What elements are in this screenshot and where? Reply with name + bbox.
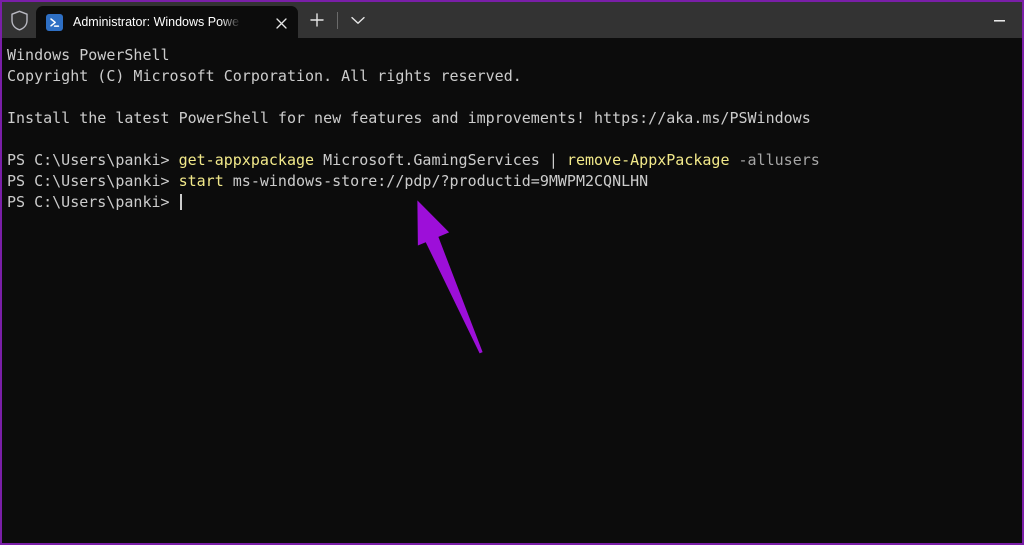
text-cursor — [179, 194, 182, 210]
close-icon[interactable] — [270, 12, 292, 34]
window-controls — [976, 2, 1022, 38]
title-bar: Administrator: Windows Powe — [2, 2, 1022, 38]
titlebar-drag-region — [377, 2, 976, 38]
console-text: remove-AppxPackage — [566, 151, 730, 169]
terminal-window: Administrator: Windows Powe Windows Powe… — [0, 0, 1024, 545]
tab-title: Administrator: Windows Powe — [73, 15, 240, 29]
console-line: PS C:\Users\panki> get-appxpackage Micro… — [7, 150, 1022, 171]
shield-icon — [2, 2, 36, 38]
minimize-button[interactable] — [976, 2, 1022, 38]
terminal-body[interactable]: Windows PowerShell Copyright (C) Microsof… — [2, 38, 1022, 543]
tab-administrator-windows-powershell[interactable]: Administrator: Windows Powe — [36, 6, 298, 38]
console-text: PS C:\Users\panki> — [7, 193, 179, 211]
console-text: | — [548, 151, 558, 169]
console-text: Copyright (C) Microsoft Corporation. All… — [7, 67, 522, 85]
purple-arrow-annotation — [417, 200, 483, 354]
console-line: PS C:\Users\panki> — [7, 192, 1022, 213]
console-line: PS C:\Users\panki> start ms-windows-stor… — [7, 171, 1022, 192]
console-text: PS C:\Users\panki> — [7, 151, 179, 169]
new-tab-button[interactable] — [298, 2, 336, 38]
console-line: Copyright (C) Microsoft Corporation. All… — [7, 66, 1022, 87]
toolbar-divider — [337, 11, 338, 29]
console-text: -allusers — [738, 151, 820, 169]
chevron-down-icon[interactable] — [339, 2, 377, 38]
tab-bar-controls — [298, 2, 377, 38]
console-text: start — [178, 172, 224, 190]
console-output: Windows PowerShell Copyright (C) Microsof… — [7, 45, 1022, 213]
console-text: get-appxpackage — [178, 151, 315, 169]
console-text: Windows PowerShell — [7, 46, 170, 64]
powershell-icon — [46, 13, 63, 31]
console-text: Microsoft.GamingServices — [314, 151, 549, 169]
minimize-icon — [993, 19, 1005, 21]
console-text: Install the latest PowerShell for new fe… — [7, 109, 811, 127]
console-line: Install the latest PowerShell for new fe… — [7, 108, 1022, 129]
console-text: PS C:\Users\panki> — [7, 172, 179, 190]
console-line: Windows PowerShell — [7, 45, 1022, 66]
console-text: ms-windows-store://pdp/?productid=9MWPM2… — [223, 172, 649, 190]
